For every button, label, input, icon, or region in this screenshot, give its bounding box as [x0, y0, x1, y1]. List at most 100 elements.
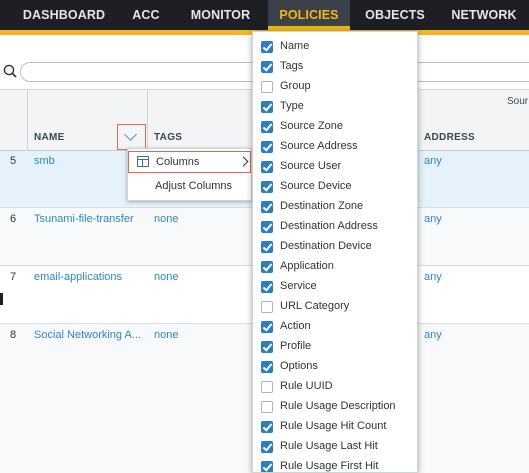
column-option-label: Application: [280, 260, 334, 272]
column-option-label: Type: [280, 100, 304, 112]
column-option-label: Profile: [280, 340, 312, 352]
checkbox-checked[interactable]: [261, 321, 273, 333]
rule-tags[interactable]: none: [154, 213, 178, 225]
checkbox-checked[interactable]: [261, 121, 273, 133]
top-navigation: DASHBOARD ACC MONITOR POLICIES OBJECTS N…: [0, 0, 529, 30]
column-option[interactable]: Name: [253, 35, 417, 55]
checkbox-checked[interactable]: [261, 341, 273, 353]
menu-item-label: Adjust Columns: [155, 180, 233, 192]
column-option-label: Rule Usage Description: [280, 400, 396, 412]
column-option[interactable]: Destination Device: [253, 235, 417, 255]
checkbox-checked[interactable]: [261, 61, 273, 73]
nav-dashboard[interactable]: DASHBOARD: [18, 0, 110, 30]
chevron-right-icon: [238, 156, 249, 167]
column-option[interactable]: Action: [253, 315, 417, 335]
column-option[interactable]: Application: [253, 255, 417, 275]
search-icon[interactable]: [3, 64, 17, 78]
nav-acc[interactable]: ACC: [124, 0, 168, 30]
checkbox-checked[interactable]: [261, 141, 273, 153]
checkbox-checked[interactable]: [261, 421, 273, 433]
column-option[interactable]: Rule Usage First Hit: [253, 455, 417, 472]
checkbox-checked[interactable]: [261, 261, 273, 273]
nav-objects[interactable]: OBJECTS: [360, 0, 430, 30]
row-number: 6: [10, 213, 17, 225]
checkbox-unchecked[interactable]: [261, 81, 273, 93]
checkbox-checked[interactable]: [261, 161, 273, 173]
row-number: 7: [10, 271, 17, 283]
checkbox-unchecked[interactable]: [261, 381, 273, 393]
checkbox-checked[interactable]: [261, 241, 273, 253]
column-option-label: URL Category: [280, 300, 350, 312]
column-option[interactable]: URL Category: [253, 295, 417, 315]
column-option-label: Rule Usage Hit Count: [280, 420, 387, 432]
rule-name[interactable]: email-applications: [34, 271, 122, 283]
column-option-label: Action: [280, 320, 311, 332]
column-option-label: Tags: [280, 60, 304, 72]
rule-tags[interactable]: none: [154, 271, 178, 283]
row-marker: [0, 293, 3, 305]
rule-name[interactable]: smb: [34, 155, 55, 167]
checkbox-checked[interactable]: [261, 441, 273, 453]
column-option-label: Source Address: [280, 140, 358, 152]
column-option[interactable]: Options: [253, 355, 417, 375]
column-option-label: Rule Usage First Hit: [280, 460, 379, 472]
checkbox-unchecked[interactable]: [261, 401, 273, 413]
rule-address[interactable]: any: [424, 155, 442, 167]
column-option-label: Group: [280, 80, 311, 92]
checkbox-checked[interactable]: [261, 201, 273, 213]
rule-name[interactable]: Social Networking A...: [34, 329, 141, 341]
column-header-address[interactable]: ADDRESS: [424, 132, 475, 143]
rule-address[interactable]: any: [424, 213, 442, 225]
checkbox-unchecked[interactable]: [261, 301, 273, 313]
column-option[interactable]: Profile: [253, 335, 417, 355]
checkbox-checked[interactable]: [261, 101, 273, 113]
column-context-menu: Columns Adjust Columns: [127, 148, 252, 201]
column-option[interactable]: Source Device: [253, 175, 417, 195]
column-option-label: Destination Zone: [280, 200, 364, 212]
nav-network[interactable]: NETWORK: [446, 0, 522, 30]
nav-monitor[interactable]: MONITOR: [183, 0, 258, 30]
column-option[interactable]: Group: [253, 75, 417, 95]
column-option[interactable]: Service: [253, 275, 417, 295]
checkbox-checked[interactable]: [261, 461, 273, 472]
row-number: 5: [10, 155, 17, 167]
checkbox-checked[interactable]: [261, 361, 273, 373]
column-option-label: Source Zone: [280, 120, 343, 132]
column-option-label: Options: [280, 360, 318, 372]
column-option[interactable]: Rule Usage Description: [253, 395, 417, 415]
column-group-source: Sour: [507, 96, 529, 107]
rule-address[interactable]: any: [424, 271, 442, 283]
rule-address[interactable]: any: [424, 329, 442, 341]
column-header-tags[interactable]: TAGS: [154, 132, 182, 143]
menu-item-label: Columns: [156, 156, 200, 168]
column-option[interactable]: Destination Address: [253, 215, 417, 235]
rule-tags[interactable]: none: [154, 329, 178, 341]
column-option-label: Source User: [280, 160, 342, 172]
column-option[interactable]: Source Zone: [253, 115, 417, 135]
column-option-label: Source Device: [280, 180, 352, 192]
column-option[interactable]: Rule Usage Last Hit: [253, 435, 417, 455]
column-option[interactable]: Rule Usage Hit Count: [253, 415, 417, 435]
chevron-down-icon: [124, 128, 137, 141]
column-option-label: Rule Usage Last Hit: [280, 440, 378, 452]
column-header-name[interactable]: NAME: [34, 132, 65, 143]
rule-name[interactable]: Tsunami-file-transfer: [34, 213, 134, 225]
checkbox-checked[interactable]: [261, 41, 273, 53]
column-option-label: Service: [280, 280, 317, 292]
menu-item-adjust-columns[interactable]: Adjust Columns: [128, 176, 251, 198]
menu-item-columns[interactable]: Columns: [128, 151, 251, 173]
column-option[interactable]: Source Address: [253, 135, 417, 155]
column-option[interactable]: Source User: [253, 155, 417, 175]
column-chooser-menu: Name Tags Group Type Source Zone Source Addre…: [252, 31, 418, 473]
checkbox-checked[interactable]: [261, 181, 273, 193]
column-option-label: Destination Address: [280, 220, 378, 232]
column-option[interactable]: Type: [253, 95, 417, 115]
column-option[interactable]: Rule UUID: [253, 375, 417, 395]
checkbox-checked[interactable]: [261, 221, 273, 233]
column-option[interactable]: Tags: [253, 55, 417, 75]
column-option[interactable]: Destination Zone: [253, 195, 417, 215]
row-number: 8: [10, 329, 17, 341]
column-menu-button[interactable]: [117, 124, 146, 150]
column-option-label: Destination Device: [280, 240, 372, 252]
checkbox-checked[interactable]: [261, 281, 273, 293]
